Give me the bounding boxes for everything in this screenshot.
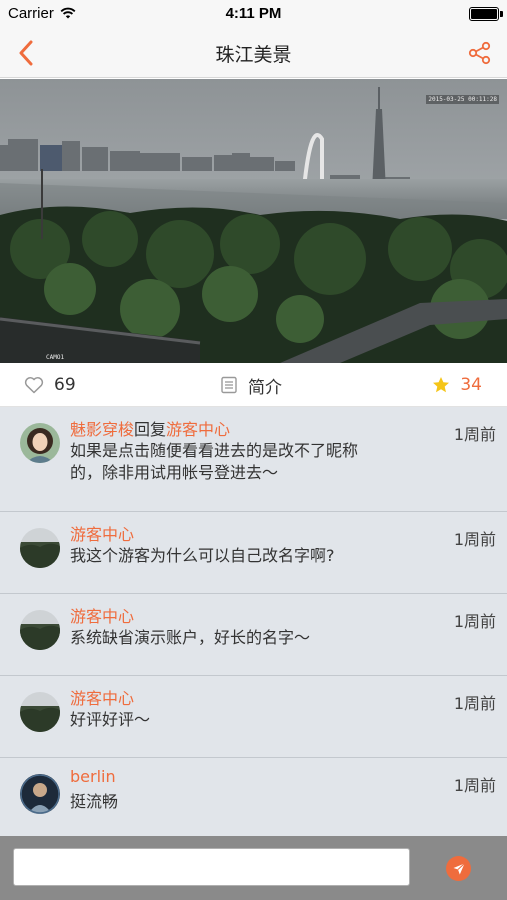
comment-header: 游客中心 — [70, 685, 134, 709]
intro-label: 简介 — [248, 377, 282, 398]
comment-item[interactable]: 游客中心 1周前 系统缺省演示账户，好长的名字～ — [0, 594, 507, 676]
send-button[interactable] — [446, 856, 471, 881]
share-button[interactable] — [463, 36, 497, 70]
man-avatar[interactable] — [20, 774, 60, 814]
nav-bar: 珠江美景 — [0, 28, 507, 78]
comment-author[interactable]: 游客中心 — [70, 607, 134, 626]
heart-icon — [24, 377, 44, 394]
comment-header: 游客中心 — [70, 603, 134, 627]
comment-item[interactable]: 魅影穿梭回复游客中心 1周前 如果是点击随便看看进去的是改不了昵称的，除非用试用… — [0, 407, 507, 512]
comment-list[interactable]: 魅影穿梭回复游客中心 1周前 如果是点击随便看看进去的是改不了昵称的，除非用试用… — [0, 407, 507, 836]
favorite-button[interactable]: 34 — [432, 363, 482, 407]
battery-tip — [500, 11, 503, 17]
comment-header: 魅影穿梭回复游客中心 — [70, 416, 230, 440]
landscape-avatar[interactable] — [20, 692, 60, 732]
like-button[interactable]: 69 — [24, 363, 76, 407]
comment-author[interactable]: berlin — [70, 767, 116, 786]
comment-header: berlin — [70, 767, 116, 786]
like-count: 69 — [54, 375, 76, 395]
comment-time: 1周前 — [453, 530, 496, 549]
camera-timestamp: 2015-03-25 00:11:28 — [426, 95, 499, 104]
hero-image[interactable]: 2015-03-25 00:11:28 CAMO1 — [0, 79, 507, 363]
comment-author[interactable]: 游客中心 — [70, 689, 134, 708]
battery-icon — [469, 7, 499, 21]
comment-time: 1周前 — [453, 776, 496, 795]
girl-avatar[interactable] — [20, 423, 60, 463]
comment-text: 系统缺省演示账户，好长的名字～ — [70, 628, 311, 647]
comment-item[interactable]: 游客中心 1周前 好评好评～ — [0, 676, 507, 758]
intro-button[interactable]: 简介 — [220, 363, 282, 407]
camera-label: CAMO1 — [46, 354, 65, 361]
comment-author[interactable]: 魅影穿梭 — [70, 420, 134, 439]
page-title: 珠江美景 — [215, 44, 292, 66]
comment-item[interactable]: berlin 1周前 挺流畅 — [0, 758, 507, 836]
document-icon — [221, 376, 237, 394]
comment-header: 游客中心 — [70, 521, 134, 545]
share-icon — [468, 41, 491, 65]
favorite-count: 34 — [460, 375, 482, 395]
star-icon — [433, 377, 450, 393]
landscape-avatar[interactable] — [20, 528, 60, 568]
comment-item[interactable]: 游客中心 1周前 我这个游客为什么可以自己改名字啊? — [0, 512, 507, 594]
comment-input[interactable] — [13, 848, 410, 886]
comment-text: 挺流畅 — [70, 792, 119, 811]
status-bar: Carrier 4:11 PM — [0, 0, 507, 28]
comment-time: 1周前 — [453, 612, 496, 631]
comment-text: 我这个游客为什么可以自己改名字啊? — [70, 546, 335, 565]
comment-input-bar — [0, 836, 507, 900]
comment-author[interactable]: 游客中心 — [70, 525, 134, 544]
comment-text: 好评好评～ — [70, 710, 151, 729]
reply-word: 回复 — [134, 420, 167, 439]
comment-time: 1周前 — [453, 425, 496, 444]
stats-bar: 69 简介 34 — [0, 363, 507, 407]
send-icon — [453, 862, 465, 874]
landscape-avatar[interactable] — [20, 610, 60, 650]
comment-text: 如果是点击随便看看进去的是改不了昵称的，除非用试用帐号登进去～ — [70, 441, 359, 482]
reply-target[interactable]: 游客中心 — [166, 420, 230, 439]
city-river-camera-view — [0, 79, 507, 363]
status-time: 4:11 PM — [225, 5, 282, 22]
comment-time: 1周前 — [453, 694, 496, 713]
